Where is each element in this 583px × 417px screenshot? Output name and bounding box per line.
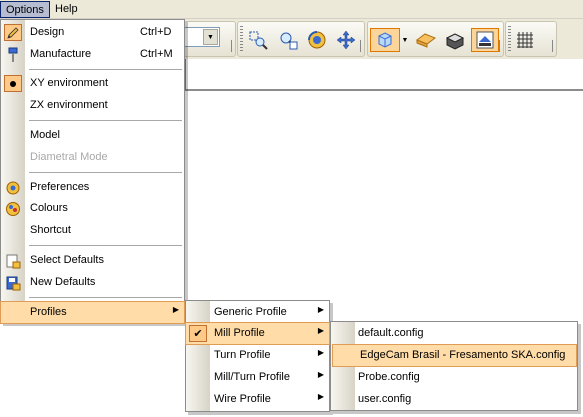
- menu-item-turn-profile[interactable]: Turn Profile ▶: [186, 345, 329, 366]
- menu-item-label: Model: [30, 129, 60, 141]
- menu-item-label: ZX environment: [30, 99, 108, 111]
- menu-item-config-probe[interactable]: Probe.config: [331, 367, 577, 388]
- menu-item-label: Wire Profile: [214, 393, 271, 405]
- menu-item-config-user[interactable]: user.config: [331, 389, 577, 410]
- menu-item-wire-profile[interactable]: Wire Profile ▶: [186, 389, 329, 410]
- menu-item-mill-turn-profile[interactable]: Mill/Turn Profile ▶: [186, 367, 329, 388]
- rotate-view-icon[interactable]: [305, 28, 329, 52]
- menu-item-label: default.config: [358, 327, 424, 339]
- drill-tool-icon: [4, 46, 22, 63]
- menu-item-label: Generic Profile: [214, 306, 287, 318]
- menu-item-shortcut[interactable]: Shortcut: [1, 220, 184, 241]
- shaded-box-icon[interactable]: [443, 28, 467, 52]
- menu-help[interactable]: Help: [50, 1, 83, 18]
- zoom-window-icon[interactable]: [246, 28, 270, 52]
- shaded-solid-icon[interactable]: [414, 28, 438, 52]
- menu-item-manufacture[interactable]: Manufacture Ctrl+M: [1, 44, 184, 65]
- menu-item-select-defaults[interactable]: Select Defaults: [1, 250, 184, 271]
- menu-item-mill-profile[interactable]: ✔ Mill Profile ▶: [185, 322, 330, 345]
- profiles-submenu: Generic Profile ▶ ✔ Mill Profile ▶ Turn …: [185, 300, 330, 412]
- menu-item-label: Profiles: [30, 306, 67, 318]
- radio-dot-icon: [4, 75, 22, 92]
- menu-item-preferences[interactable]: Preferences: [1, 177, 184, 198]
- menu-options[interactable]: Options: [0, 1, 50, 18]
- submenu-arrow-icon: ▶: [317, 326, 324, 335]
- submenu-arrow-icon: ▶: [172, 305, 179, 314]
- chevron-down-icon[interactable]: ▼: [203, 29, 218, 45]
- toolbar-grip[interactable]: [240, 26, 243, 52]
- pan-view-icon[interactable]: [334, 28, 358, 52]
- preferences-icon: [4, 179, 22, 196]
- zoom-select-icon[interactable]: [276, 28, 300, 52]
- submenu-arrow-icon: ▶: [317, 370, 324, 379]
- menu-item-label: Probe.config: [358, 371, 420, 383]
- menu-item-label: user.config: [358, 393, 412, 405]
- menu-item-design[interactable]: Design Ctrl+D: [1, 22, 184, 43]
- pencil-icon: [4, 24, 22, 41]
- menu-item-label: Design: [30, 26, 65, 38]
- menu-item-label: Turn Profile: [214, 349, 271, 361]
- display-mode-icon[interactable]: [471, 28, 499, 52]
- view-dropdown-icon[interactable]: ▼: [399, 28, 411, 52]
- select-defaults-icon: [4, 252, 22, 269]
- menu-item-label: New Defaults: [30, 276, 96, 288]
- submenu-arrow-icon: ▶: [317, 305, 324, 314]
- menu-item-label: Manufacture: [30, 48, 92, 60]
- menu-item-label: Preferences: [30, 181, 90, 193]
- menu-item-generic-profile[interactable]: Generic Profile ▶: [186, 302, 329, 323]
- colours-icon: [4, 200, 22, 217]
- menu-item-label: Diametral Mode: [30, 151, 108, 163]
- menu-item-label: EdgeCam Brasil - Fresamento SKA.config: [360, 349, 566, 361]
- menu-item-label: XY environment: [30, 77, 109, 89]
- menu-item-config-default[interactable]: default.config: [331, 323, 577, 344]
- menu-item-label: Mill/Turn Profile: [214, 371, 290, 383]
- grid-icon[interactable]: [513, 28, 537, 52]
- shortcut-text: Ctrl+M: [140, 48, 173, 60]
- menubar: Options Help: [0, 0, 583, 19]
- menu-item-label: Mill Profile: [214, 327, 265, 339]
- mill-profile-submenu: default.config EdgeCam Brasil - Fresamen…: [330, 321, 578, 411]
- menu-item-model[interactable]: Model: [1, 125, 184, 146]
- menu-item-label: Select Defaults: [30, 254, 104, 266]
- menu-item-label: Colours: [30, 202, 68, 214]
- checkmark-icon: ✔: [189, 325, 207, 342]
- iso-view-icon[interactable]: [370, 28, 400, 52]
- options-menu: Design Ctrl+D Manufacture Ctrl+M XY envi…: [0, 19, 185, 324]
- menu-item-zx-environment[interactable]: ZX environment: [1, 95, 184, 116]
- submenu-arrow-icon: ▶: [317, 392, 324, 401]
- shortcut-text: Ctrl+D: [140, 26, 172, 38]
- menu-item-profiles[interactable]: Profiles ▶: [0, 301, 185, 324]
- menu-item-colours[interactable]: Colours: [1, 198, 184, 219]
- menu-item-label: Shortcut: [30, 224, 71, 236]
- menu-item-xy-environment[interactable]: XY environment: [1, 73, 184, 94]
- submenu-arrow-icon: ▶: [317, 348, 324, 357]
- menu-item-config-edgecam-brasil[interactable]: EdgeCam Brasil - Fresamento SKA.config: [332, 344, 577, 367]
- new-defaults-icon: [4, 274, 22, 291]
- toolbar-grip[interactable]: [508, 26, 511, 52]
- menu-item-diametral-mode: Diametral Mode: [1, 147, 184, 168]
- menu-item-new-defaults[interactable]: New Defaults: [1, 272, 184, 293]
